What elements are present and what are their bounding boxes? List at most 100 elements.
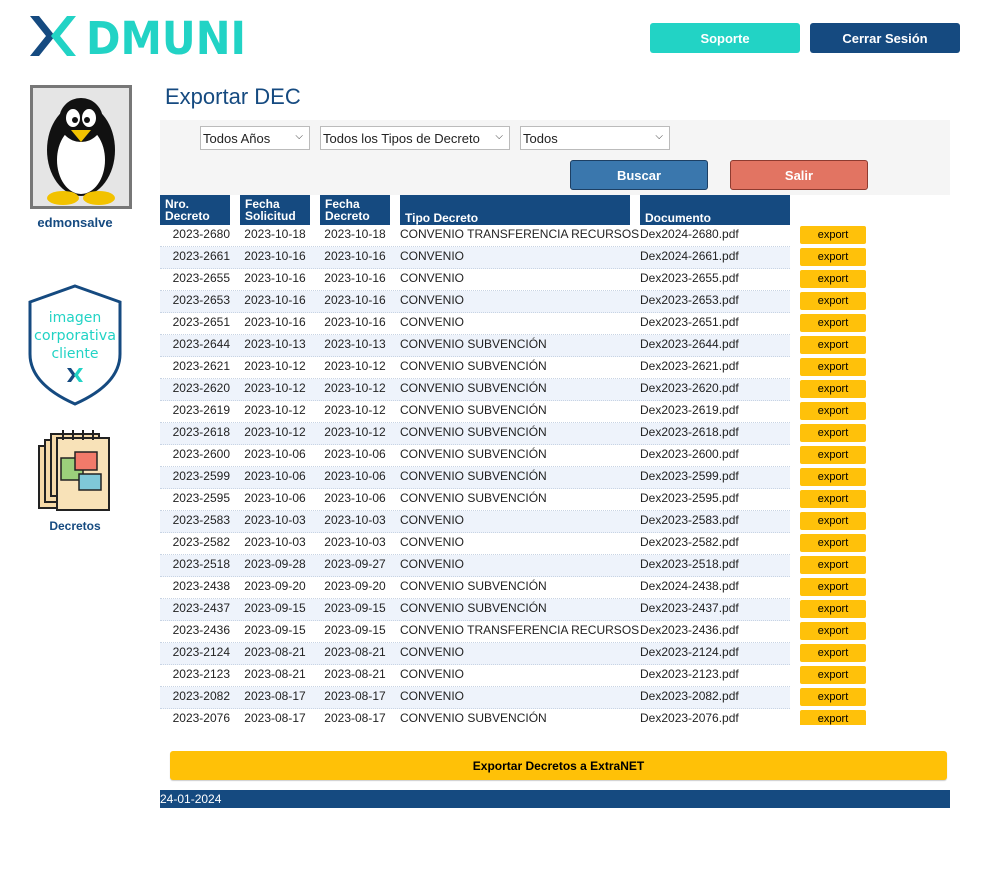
decretos-icon[interactable] bbox=[37, 428, 112, 514]
exportar-extranet-button[interactable]: Exportar Decretos a ExtraNET bbox=[170, 751, 947, 780]
export-row-button[interactable]: export bbox=[800, 446, 866, 464]
cell-documento: Dex2023-2082.pdf bbox=[640, 689, 739, 703]
table-row: 2023-2621 2023-10-12 2023-10-12 CONVENIO SU… bbox=[160, 357, 790, 379]
cell-tipo-decreto: CONVENIO SUBVENCIÓN bbox=[400, 403, 547, 417]
export-row-button[interactable]: export bbox=[800, 534, 866, 552]
table-row: 2023-2619 2023-10-12 2023-10-12 CONVENIO SU… bbox=[160, 401, 790, 423]
export-row-button[interactable]: export bbox=[800, 644, 866, 662]
cell-fecha-decreto: 2023-08-21 bbox=[324, 645, 386, 659]
header-fecha-decreto[interactable]: Fecha Decreto bbox=[320, 195, 390, 225]
header-nro-decreto[interactable]: Nro. Decreto bbox=[160, 195, 230, 225]
export-row-button[interactable]: export bbox=[800, 424, 866, 442]
decretos-label[interactable]: Decretos bbox=[40, 519, 110, 533]
cell-nro-decreto: 2023-2124 bbox=[172, 645, 230, 659]
cell-fecha-decreto: 2023-09-27 bbox=[324, 557, 386, 571]
cell-fecha-solicitud: 2023-10-16 bbox=[244, 315, 306, 329]
header-tipo-decreto[interactable]: Tipo Decreto bbox=[400, 195, 630, 225]
cell-nro-decreto: 2023-2618 bbox=[172, 425, 230, 439]
header-fecha-solicitud[interactable]: Fecha Solicitud bbox=[240, 195, 310, 225]
cell-tipo-decreto: CONVENIO SUBVENCIÓN bbox=[400, 601, 547, 615]
anos-select-value: Todos Años bbox=[203, 130, 271, 146]
anos-select[interactable]: Todos Años ⌵ bbox=[200, 126, 310, 150]
cell-nro-decreto: 2023-2582 bbox=[172, 535, 230, 549]
export-row-button[interactable]: export bbox=[800, 380, 866, 398]
table-row: 2023-2620 2023-10-12 2023-10-12 CONVENIO SU… bbox=[160, 379, 790, 401]
cell-nro-decreto: 2023-2644 bbox=[172, 337, 230, 351]
cell-documento: Dex2023-2620.pdf bbox=[640, 381, 739, 395]
cell-fecha-solicitud: 2023-08-17 bbox=[244, 689, 306, 703]
table-row: 2023-2123 2023-08-21 2023-08-21 CONVENIO Dex… bbox=[160, 665, 790, 687]
export-row-button[interactable]: export bbox=[800, 710, 866, 725]
cell-tipo-decreto: CONVENIO bbox=[400, 667, 465, 681]
export-row-button[interactable]: export bbox=[800, 358, 866, 376]
dmuni-logo: DMUNI bbox=[30, 14, 246, 58]
cell-tipo-decreto: CONVENIO bbox=[400, 689, 465, 703]
cell-fecha-decreto: 2023-10-12 bbox=[324, 359, 386, 373]
export-row-button[interactable]: export bbox=[800, 336, 866, 354]
export-row-button[interactable]: export bbox=[800, 600, 866, 618]
cell-nro-decreto: 2023-2082 bbox=[172, 689, 230, 703]
export-row-button[interactable]: export bbox=[800, 688, 866, 706]
export-row-button[interactable]: export bbox=[800, 248, 866, 266]
cell-tipo-decreto: CONVENIO SUBVENCIÓN bbox=[400, 337, 547, 351]
cell-fecha-solicitud: 2023-08-21 bbox=[244, 667, 306, 681]
buscar-button[interactable]: Buscar bbox=[570, 160, 708, 190]
table-row: 2023-2651 2023-10-16 2023-10-16 CONVENIO Dex… bbox=[160, 313, 790, 335]
cell-nro-decreto: 2023-2583 bbox=[172, 513, 230, 527]
shield-text-line-3: cliente bbox=[51, 346, 98, 362]
export-row-button[interactable]: export bbox=[800, 666, 866, 684]
export-row-button[interactable]: export bbox=[800, 402, 866, 420]
cell-tipo-decreto: CONVENIO SUBVENCIÓN bbox=[400, 359, 547, 373]
header-documento[interactable]: Documento bbox=[640, 195, 790, 225]
cell-nro-decreto: 2023-2599 bbox=[172, 469, 230, 483]
export-row-button[interactable]: export bbox=[800, 226, 866, 244]
cell-documento: Dex2024-2661.pdf bbox=[640, 249, 739, 263]
export-row-button[interactable]: export bbox=[800, 292, 866, 310]
chevron-down-icon: ⌵ bbox=[295, 131, 303, 142]
table-row: 2023-2438 2023-09-20 2023-09-20 CONVENIO SU… bbox=[160, 577, 790, 599]
table-row: 2023-2436 2023-09-15 2023-09-15 CONVENIO TR… bbox=[160, 621, 790, 643]
cell-fecha-solicitud: 2023-10-12 bbox=[244, 359, 306, 373]
cell-nro-decreto: 2023-2436 bbox=[172, 623, 230, 637]
cell-fecha-decreto: 2023-10-16 bbox=[324, 271, 386, 285]
cell-fecha-solicitud: 2023-10-03 bbox=[244, 513, 306, 527]
export-row-button[interactable]: export bbox=[800, 490, 866, 508]
cell-fecha-decreto: 2023-10-03 bbox=[324, 513, 386, 527]
cell-fecha-decreto: 2023-09-15 bbox=[324, 601, 386, 615]
cell-fecha-solicitud: 2023-10-03 bbox=[244, 535, 306, 549]
cell-fecha-decreto: 2023-10-16 bbox=[324, 249, 386, 263]
export-row-button[interactable]: export bbox=[800, 578, 866, 596]
soporte-button[interactable]: Soporte bbox=[650, 23, 800, 53]
export-row-button[interactable]: export bbox=[800, 468, 866, 486]
export-row-button[interactable]: export bbox=[800, 270, 866, 288]
cerrar-sesion-button[interactable]: Cerrar Sesión bbox=[810, 23, 960, 53]
cell-tipo-decreto: CONVENIO SUBVENCIÓN bbox=[400, 491, 547, 505]
cell-fecha-solicitud: 2023-10-12 bbox=[244, 425, 306, 439]
table-row: 2023-2595 2023-10-06 2023-10-06 CONVENIO SU… bbox=[160, 489, 790, 511]
table-row: 2023-2076 2023-08-17 2023-08-17 CONVENIO SU… bbox=[160, 709, 790, 725]
cell-tipo-decreto: CONVENIO bbox=[400, 645, 465, 659]
estado-select[interactable]: Todos ⌵ bbox=[520, 126, 670, 150]
cell-tipo-decreto: CONVENIO bbox=[400, 557, 465, 571]
cell-fecha-decreto: 2023-10-12 bbox=[324, 381, 386, 395]
export-row-button[interactable]: export bbox=[800, 622, 866, 640]
cell-nro-decreto: 2023-2076 bbox=[172, 711, 230, 725]
table-row: 2023-2082 2023-08-17 2023-08-17 CONVENIO Dex… bbox=[160, 687, 790, 709]
export-row-button[interactable]: export bbox=[800, 556, 866, 574]
export-row-button[interactable]: export bbox=[800, 512, 866, 530]
cell-fecha-decreto: 2023-10-16 bbox=[324, 293, 386, 307]
cell-tipo-decreto: CONVENIO bbox=[400, 293, 465, 307]
salir-button[interactable]: Salir bbox=[730, 160, 868, 190]
cell-nro-decreto: 2023-2438 bbox=[172, 579, 230, 593]
cell-documento: Dex2023-2655.pdf bbox=[640, 271, 739, 285]
table-row: 2023-2680 2023-10-18 2023-10-18 CONVENIO TR… bbox=[160, 225, 790, 247]
cell-documento: Dex2023-2653.pdf bbox=[640, 293, 739, 307]
logo-text: DMUNI bbox=[86, 14, 246, 58]
tipo-decreto-select[interactable]: Todos los Tipos de Decreto ⌵ bbox=[320, 126, 510, 150]
cell-nro-decreto: 2023-2680 bbox=[172, 227, 230, 241]
header-nro-line-2: Decreto bbox=[165, 209, 210, 223]
cell-documento: Dex2023-2124.pdf bbox=[640, 645, 739, 659]
export-row-button[interactable]: export bbox=[800, 314, 866, 332]
username: edmonsalve bbox=[37, 215, 113, 230]
table-row: 2023-2653 2023-10-16 2023-10-16 CONVENIO Dex… bbox=[160, 291, 790, 313]
